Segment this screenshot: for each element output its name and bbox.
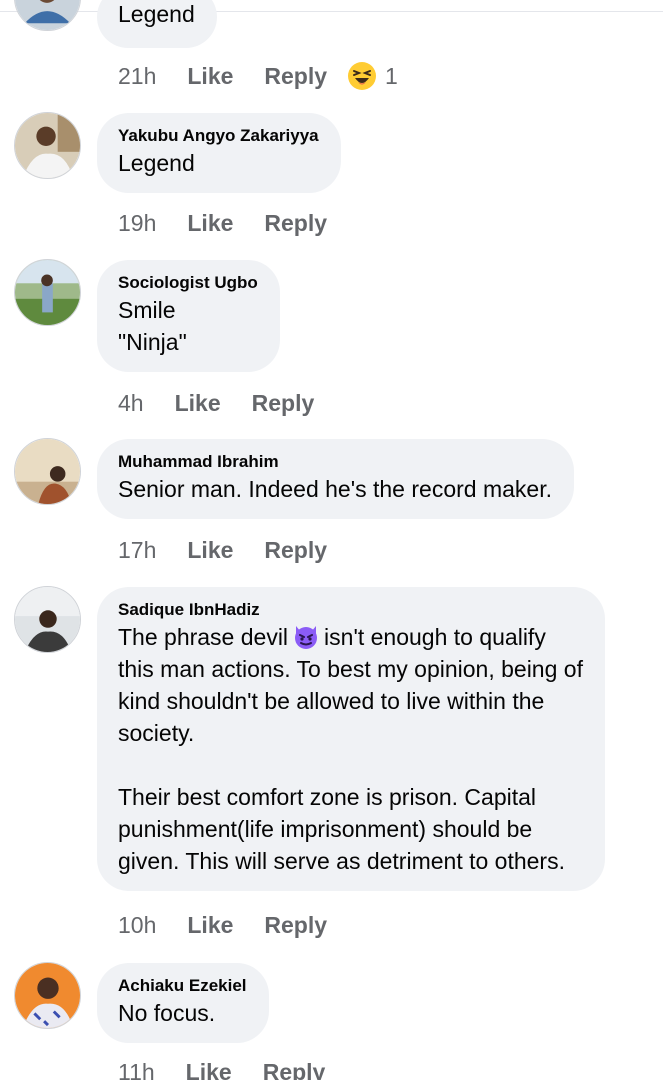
reply-button[interactable]: Reply	[252, 390, 315, 417]
laughing-face-icon	[348, 62, 377, 90]
comment-text: Senior man. Indeed he's the record maker…	[118, 476, 552, 502]
comment-text: Smile "Ninja"	[118, 297, 187, 355]
comment-actions: 19h Like Reply	[118, 206, 347, 240]
comment-text-part: The phrase devil	[118, 624, 289, 650]
comment-time: 19h	[118, 209, 157, 236]
comment-author[interactable]: Sociologist Ugbo	[118, 272, 258, 294]
comment-time: 21h	[118, 62, 157, 89]
like-button[interactable]: Like	[187, 537, 233, 564]
comment-bubble: Legend	[97, 0, 217, 48]
reaction-count[interactable]: 1	[347, 61, 398, 91]
comment-actions: 10h Like Reply	[118, 908, 347, 942]
comment-text: No focus.	[118, 1000, 216, 1026]
devil-face-icon	[295, 626, 318, 649]
comment-actions: 21h Like Reply 1	[118, 59, 398, 93]
comment-time: 4h	[118, 389, 144, 416]
comment-text: The phrase devil isn't enough to qualify …	[118, 621, 583, 877]
comment-actions: 4h Like Reply	[118, 386, 334, 420]
avatar[interactable]	[14, 438, 81, 505]
comment-time: 17h	[118, 536, 157, 563]
comment-bubble: Sadique IbnHadiz The phrase devil isn't e…	[97, 587, 605, 891]
comment-bubble: Yakubu Angyo Zakariyya Legend	[97, 113, 341, 193]
reply-button[interactable]: Reply	[264, 912, 327, 939]
like-button[interactable]: Like	[186, 1059, 232, 1080]
comment-author[interactable]: Sadique IbnHadiz	[118, 599, 583, 621]
comment-actions: 11h Like Reply	[118, 1055, 345, 1080]
comment-text: Legend	[118, 150, 195, 176]
comment-author[interactable]: Achiaku Ezekiel	[118, 975, 247, 997]
comment-time: 11h	[118, 1058, 155, 1080]
avatar[interactable]	[14, 259, 81, 326]
reply-button[interactable]: Reply	[264, 537, 327, 564]
avatar[interactable]	[14, 0, 81, 31]
reply-button[interactable]: Reply	[263, 1059, 326, 1080]
like-button[interactable]: Like	[187, 912, 233, 939]
comment-bubble: Muhammad Ibrahim Senior man. Indeed he's…	[97, 439, 574, 519]
avatar[interactable]	[14, 112, 81, 179]
comment-text-part: isn't enough to qualify this man actions…	[118, 624, 583, 874]
like-button[interactable]: Like	[187, 210, 233, 237]
comment-author[interactable]: Muhammad Ibrahim	[118, 451, 552, 473]
comment-bubble: Sociologist Ugbo Smile "Ninja"	[97, 260, 280, 372]
reply-button[interactable]: Reply	[264, 63, 327, 90]
like-button[interactable]: Like	[187, 63, 233, 90]
comment-text: Legend	[118, 1, 195, 27]
avatar[interactable]	[14, 586, 81, 653]
avatar[interactable]	[14, 962, 81, 1029]
comment-author[interactable]: Yakubu Angyo Zakariyya	[118, 125, 319, 147]
reply-button[interactable]: Reply	[264, 210, 327, 237]
comment-actions: 17h Like Reply	[118, 533, 347, 567]
like-button[interactable]: Like	[175, 390, 221, 417]
comment-bubble: Achiaku Ezekiel No focus.	[97, 963, 269, 1043]
comment-time: 10h	[118, 911, 157, 938]
reaction-count-value: 1	[385, 62, 398, 89]
